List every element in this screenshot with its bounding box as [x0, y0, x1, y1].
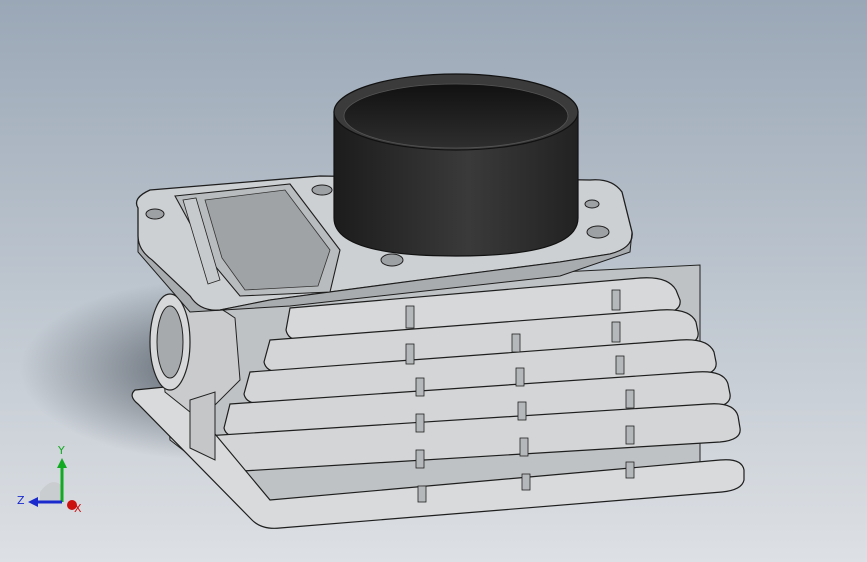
- graphics-viewport[interactable]: Y Z X: [0, 0, 867, 562]
- z-axis-arrow-icon: [28, 497, 38, 507]
- cylinder-model[interactable]: [0, 0, 867, 562]
- triad-base-shape: [40, 482, 62, 502]
- cylinder-sleeve: [333, 73, 579, 257]
- reference-triad[interactable]: Y Z X: [14, 440, 84, 520]
- x-axis-label: X: [74, 502, 82, 515]
- y-axis-arrow-icon: [57, 458, 67, 468]
- y-axis-label: Y: [57, 444, 65, 457]
- z-axis-label: Z: [17, 494, 25, 507]
